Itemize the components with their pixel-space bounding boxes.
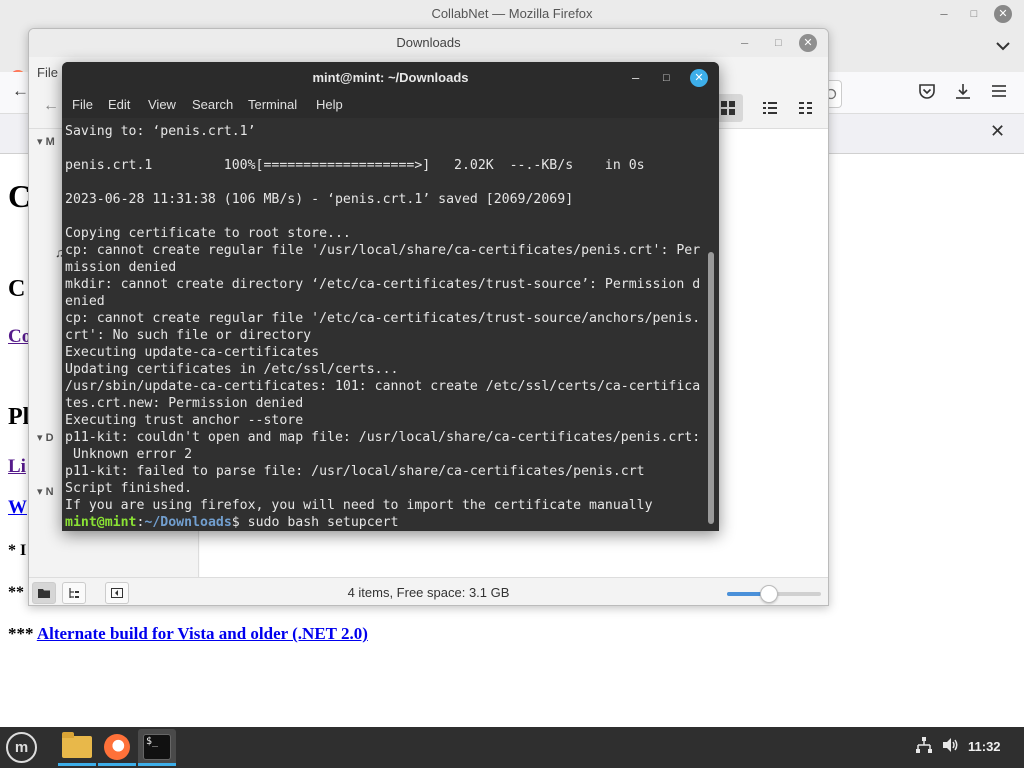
terminal-output[interactable]: Saving to: ‘penis.crt.1’ penis.crt.1 100%… <box>62 118 707 531</box>
file-manager-minimize-icon[interactable]: – <box>741 29 748 57</box>
terminal-line: p11-kit: failed to parse file: /usr/loca… <box>65 464 645 479</box>
terminal-line: p11-kit: couldn't open and map file: /us… <box>65 430 701 445</box>
clock[interactable]: 11:32 <box>968 739 1001 754</box>
terminal-line: 2023-06-28 11:31:38 (106 MB/s) - ‘penis.… <box>65 192 574 207</box>
terminal-menu-terminal[interactable]: Terminal <box>248 97 297 112</box>
prompt-command: sudo bash setupcert <box>247 515 399 530</box>
terminal-line: Saving to: ‘penis.crt.1’ <box>65 124 256 139</box>
terminal-line: Unknown error 2 <box>65 447 193 462</box>
prompt-user: mint@mint <box>65 515 137 530</box>
page-link-li[interactable]: Li <box>8 456 26 478</box>
folder-icon <box>62 732 92 758</box>
terminal-menu-view[interactable]: View <box>148 97 176 112</box>
terminal-line: tes.crt.new: Permission denied <box>65 396 304 411</box>
terminal-prompt-line: mint@mint:~/Downloads$ sudo bash setupce… <box>65 514 707 531</box>
file-manager-back-icon[interactable]: ← <box>43 97 59 115</box>
file-manager-menu-file[interactable]: File <box>37 65 58 80</box>
terminal-line: crt': No such file or directory <box>65 328 312 343</box>
volume-icon[interactable] <box>942 737 960 756</box>
firefox-back-icon[interactable]: ← <box>12 81 29 101</box>
terminal-maximize-icon[interactable]: □ <box>663 62 670 94</box>
zoom-slider[interactable] <box>727 585 821 603</box>
terminal-line: Script finished. <box>65 481 193 496</box>
sidebar-section-m[interactable]: ▾ M <box>37 135 55 148</box>
firefox-icon <box>104 734 130 760</box>
alt-build-prefix: *** <box>8 624 34 643</box>
page-bullet-2: ** <box>8 584 24 601</box>
terminal-line: cp: cannot create regular file '/usr/loc… <box>65 243 701 258</box>
terminal-line: cp: cannot create regular file '/etc/ca-… <box>65 311 701 326</box>
terminal-title: mint@mint: ~/Downloads <box>312 70 469 85</box>
terminal-scrollbar[interactable] <box>708 252 714 524</box>
list-view-button[interactable] <box>755 94 785 122</box>
zoom-slider-handle[interactable] <box>760 585 778 603</box>
tab-list-chevron-icon[interactable] <box>996 38 1010 55</box>
terminal-line: If you are using firefox, you will need … <box>65 498 653 513</box>
firefox-minimize-icon[interactable]: – <box>932 0 956 28</box>
file-manager-title: Downloads <box>396 35 461 50</box>
sidebar-section-d[interactable]: ▾ D <box>37 431 54 444</box>
terminal-minimize-icon[interactable]: – <box>632 62 639 94</box>
page-bullet-1: * I <box>8 542 27 559</box>
terminal-menu-file[interactable]: File <box>72 97 93 112</box>
show-treeview-button[interactable] <box>62 582 86 604</box>
file-manager-statusbar: 4 items, Free space: 3.1 GB <box>29 577 828 605</box>
downloads-icon[interactable] <box>954 82 972 105</box>
page-subheading: C <box>8 276 26 302</box>
mint-menu-icon[interactable]: m <box>6 732 37 763</box>
status-text: 4 items, Free space: 3.1 GB <box>347 585 510 600</box>
terminal-line: /usr/sbin/update-ca-certificates: 101: c… <box>65 379 701 394</box>
file-manager-titlebar: Downloads – □ ✕ <box>29 29 828 57</box>
terminal-line: mission denied <box>65 260 177 275</box>
firefox-titlebar: CollabNet — Mozilla Firefox – □ ✕ <box>0 0 1024 28</box>
terminal-menubar: File Edit View Search Terminal Help <box>62 94 719 118</box>
prompt-dollar: $ <box>231 515 248 530</box>
sidebar-section-n[interactable]: ▾ N <box>37 485 54 498</box>
file-manager-maximize-icon[interactable]: □ <box>775 29 782 57</box>
terminal-titlebar: mint@mint: ~/Downloads – □ ✕ <box>62 62 719 94</box>
files-active-indicator <box>58 763 96 766</box>
firefox-close-icon[interactable]: ✕ <box>994 5 1012 23</box>
hide-sidebar-button[interactable] <box>105 582 129 604</box>
page-heading-pl: Pl <box>8 404 30 430</box>
terminal-line: Updating certificates in /etc/ssl/certs.… <box>65 362 399 377</box>
terminal-line: Executing update-ca-certificates <box>65 345 320 360</box>
network-icon[interactable] <box>916 737 932 756</box>
terminal-window: mint@mint: ~/Downloads – □ ✕ File Edit V… <box>62 62 719 531</box>
terminal-icon: $_ <box>143 734 171 760</box>
terminal-line: mkdir: cannot create directory ‘/etc/ca-… <box>65 277 701 292</box>
pocket-icon[interactable] <box>918 82 936 105</box>
hamburger-menu-icon[interactable] <box>990 82 1008 105</box>
terminal-menu-edit[interactable]: Edit <box>108 97 130 112</box>
firefox-window-title: CollabNet — Mozilla Firefox <box>431 6 593 21</box>
file-manager-close-icon[interactable]: ✕ <box>799 34 817 52</box>
terminal-active-indicator <box>138 763 176 766</box>
alt-build-line: *** Alternate build for Vista and older … <box>8 624 368 644</box>
taskbar: m $_ 11:32 <box>0 727 1024 768</box>
alt-build-link[interactable]: Alternate build for Vista and older (.NE… <box>37 624 368 643</box>
compact-view-button[interactable] <box>791 94 821 122</box>
show-places-button[interactable] <box>32 582 56 604</box>
taskbar-files-app[interactable] <box>58 729 96 766</box>
terminal-close-icon[interactable]: ✕ <box>690 69 708 87</box>
taskbar-terminal-app[interactable]: $_ <box>138 729 176 766</box>
terminal-menu-search[interactable]: Search <box>192 97 233 112</box>
taskbar-firefox-app[interactable] <box>98 729 136 766</box>
page-link-w[interactable]: W <box>8 497 27 519</box>
terminal-line: enied <box>65 294 105 309</box>
findbar-close-icon[interactable]: ✕ <box>990 121 1005 142</box>
terminal-line: Copying certificate to root store... <box>65 226 351 241</box>
terminal-menu-help[interactable]: Help <box>316 97 343 112</box>
terminal-line: Executing trust anchor --store <box>65 413 304 428</box>
terminal-line: penis.crt.1 100%[===================>] 2… <box>65 158 645 173</box>
firefox-active-indicator <box>98 763 136 766</box>
prompt-path: ~/Downloads <box>144 515 232 530</box>
firefox-maximize-icon[interactable]: □ <box>962 0 986 28</box>
